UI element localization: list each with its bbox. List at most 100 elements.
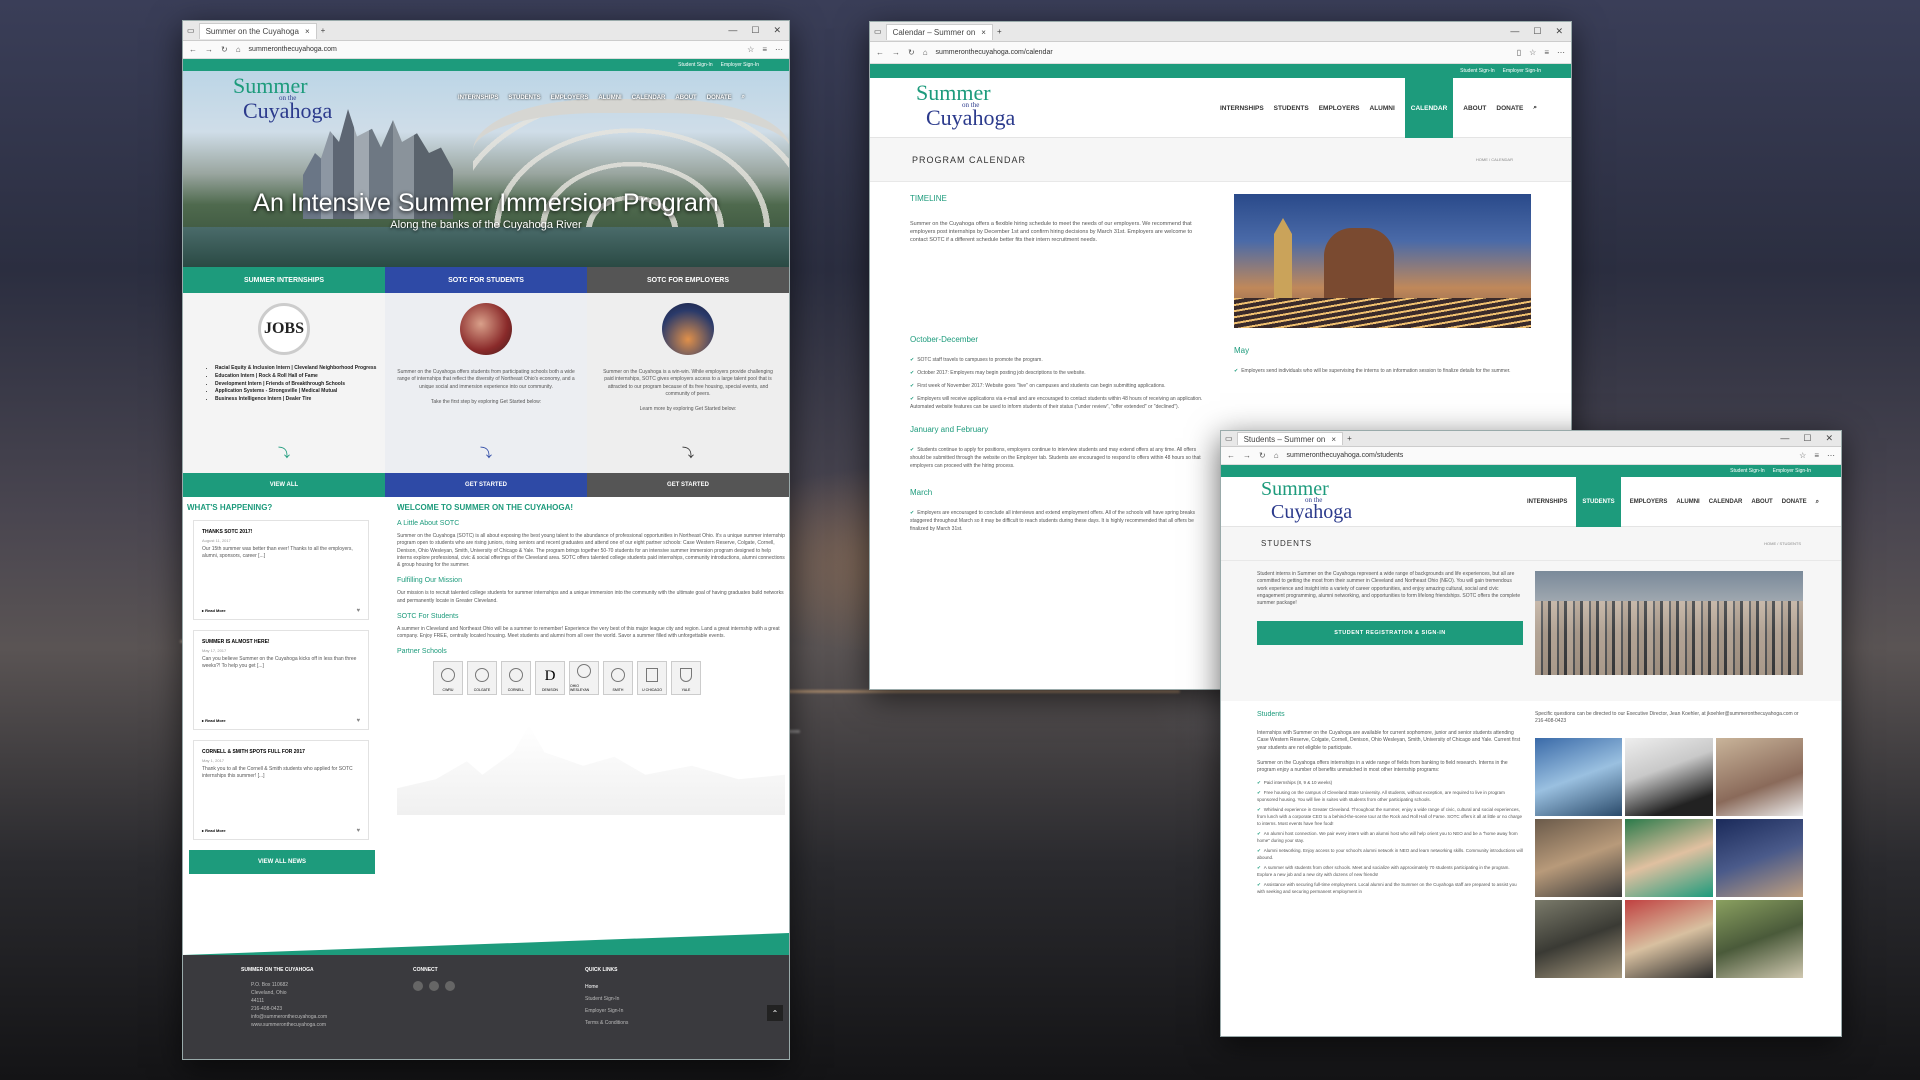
breadcrumb[interactable]: HOME / STUDENTS bbox=[1764, 541, 1801, 546]
tab-list-icon[interactable]: ▭ bbox=[1225, 434, 1233, 443]
tab-list-icon[interactable]: ▭ bbox=[187, 26, 195, 35]
read-more-link[interactable]: ▸ Read More bbox=[202, 608, 226, 613]
nav-donate[interactable]: DONATE bbox=[707, 95, 732, 101]
student-sign-in-link[interactable]: Student Sign-In bbox=[678, 62, 712, 68]
minimize-icon[interactable]: — bbox=[1780, 433, 1789, 444]
reading-view-icon[interactable]: ▯ bbox=[1517, 48, 1521, 57]
footer-website[interactable]: www.summeronthecuyahoga.com bbox=[251, 1021, 413, 1029]
site-logo[interactable]: Summer on the Cuyahoga bbox=[1261, 479, 1352, 522]
search-icon[interactable]: ⌕ bbox=[1816, 499, 1819, 506]
tab-calendar[interactable]: Calendar – Summer on × bbox=[885, 23, 993, 40]
nav-alumni[interactable]: ALUMNI bbox=[598, 95, 621, 101]
favorite-star-icon[interactable]: ☆ bbox=[1529, 48, 1536, 57]
home-icon[interactable]: ⌂ bbox=[1274, 451, 1279, 460]
nav-students[interactable]: STUDENTS bbox=[508, 95, 540, 101]
tab-home[interactable]: Summer on the Cuyahoga × bbox=[198, 22, 317, 39]
more-icon[interactable]: ⋯ bbox=[1557, 48, 1565, 57]
partner-logo-denison[interactable]: D DENISON bbox=[535, 661, 565, 696]
nav-students[interactable]: STUDENTS bbox=[1576, 477, 1621, 527]
get-started-employers-button[interactable]: GET STARTED bbox=[587, 473, 789, 497]
partner-logo-ohio-wesleyan[interactable]: OHIO WESLEYAN bbox=[569, 661, 599, 696]
students-heading[interactable]: SOTC FOR STUDENTS bbox=[385, 267, 587, 293]
forward-icon[interactable]: → bbox=[892, 48, 900, 57]
internship-item[interactable]: Application Systems - Strongsville | Med… bbox=[215, 388, 385, 396]
partner-logo-yale[interactable]: YALE bbox=[671, 661, 701, 696]
nav-donate[interactable]: DONATE bbox=[1496, 105, 1523, 112]
maximize-icon[interactable]: ☐ bbox=[1533, 26, 1541, 37]
menu-icon[interactable]: ≡ bbox=[1544, 48, 1549, 57]
more-icon[interactable]: ⋯ bbox=[1827, 451, 1835, 460]
close-icon[interactable]: × bbox=[305, 27, 310, 36]
internship-item[interactable]: Development Intern | Friends of Breakthr… bbox=[215, 381, 385, 389]
nav-alumni[interactable]: ALUMNI bbox=[1370, 105, 1395, 112]
home-icon[interactable]: ⌂ bbox=[236, 45, 241, 54]
close-icon[interactable]: × bbox=[1331, 435, 1336, 444]
read-more-link[interactable]: ▸ Read More bbox=[202, 828, 226, 833]
student-sign-in-link[interactable]: Student Sign-In bbox=[1460, 68, 1494, 74]
partner-logo-cwru[interactable]: CWRU bbox=[433, 661, 463, 696]
refresh-icon[interactable]: ↻ bbox=[908, 48, 915, 57]
view-all-news-button[interactable]: VIEW ALL NEWS bbox=[189, 850, 375, 874]
view-all-button[interactable]: VIEW ALL bbox=[183, 473, 385, 497]
news-card[interactable]: SUMMER IS ALMOST HERE! May 17, 2017 Can … bbox=[193, 630, 369, 730]
nav-internships[interactable]: INTERNSHIPS bbox=[458, 95, 498, 101]
footer-link-student-sign-in[interactable]: Student Sign-In bbox=[585, 993, 628, 1005]
partner-logo-uchicago[interactable]: U CHICAGO bbox=[637, 661, 667, 696]
url-field[interactable]: summeronthecuyahoga.com bbox=[249, 46, 740, 53]
minimize-icon[interactable]: — bbox=[1510, 26, 1519, 37]
refresh-icon[interactable]: ↻ bbox=[221, 45, 228, 54]
footer-email[interactable]: info@summeronthecuyahoga.com bbox=[251, 1013, 413, 1021]
back-icon[interactable]: ← bbox=[876, 48, 884, 57]
forward-icon[interactable]: → bbox=[205, 45, 213, 54]
employer-sign-in-link[interactable]: Employer Sign-In bbox=[1773, 468, 1811, 474]
nav-calendar[interactable]: CALENDAR bbox=[1709, 499, 1743, 505]
search-icon[interactable]: ⌕ bbox=[742, 94, 745, 101]
nav-about[interactable]: ABOUT bbox=[1463, 105, 1486, 112]
student-sign-in-link[interactable]: Student Sign-In bbox=[1730, 468, 1764, 474]
student-registration-button[interactable]: STUDENT REGISTRATION & SIGN-IN bbox=[1257, 621, 1523, 646]
employer-sign-in-link[interactable]: Employer Sign-In bbox=[1503, 68, 1541, 74]
search-icon[interactable]: ⌕ bbox=[1533, 104, 1537, 112]
close-window-icon[interactable]: ✕ bbox=[773, 25, 781, 36]
news-card[interactable]: CORNELL & SMITH SPOTS FULL FOR 2017 May … bbox=[193, 740, 369, 840]
nav-about[interactable]: ABOUT bbox=[1751, 499, 1772, 505]
facebook-icon[interactable] bbox=[413, 981, 423, 991]
favorite-star-icon[interactable]: ☆ bbox=[747, 45, 754, 54]
internship-item[interactable]: Education Intern | Rock & Roll Hall of F… bbox=[215, 373, 385, 381]
more-icon[interactable]: ⋯ bbox=[775, 45, 783, 54]
menu-icon[interactable]: ≡ bbox=[1814, 451, 1819, 460]
new-tab-icon[interactable]: + bbox=[1347, 434, 1352, 443]
back-icon[interactable]: ← bbox=[1227, 451, 1235, 460]
scroll-top-button[interactable]: ⌃ bbox=[767, 1005, 783, 1021]
tab-list-icon[interactable]: ▭ bbox=[874, 27, 882, 36]
home-icon[interactable]: ⌂ bbox=[923, 48, 928, 57]
read-more-link[interactable]: ▸ Read More bbox=[202, 718, 226, 723]
partner-logo-colgate[interactable]: COLGATE bbox=[467, 661, 497, 696]
new-tab-icon[interactable]: + bbox=[321, 26, 326, 35]
nav-donate[interactable]: DONATE bbox=[1782, 499, 1807, 505]
get-started-students-button[interactable]: GET STARTED bbox=[385, 473, 587, 497]
back-icon[interactable]: ← bbox=[189, 45, 197, 54]
forward-icon[interactable]: → bbox=[1243, 451, 1251, 460]
nav-students[interactable]: STUDENTS bbox=[1274, 105, 1309, 112]
minimize-icon[interactable]: — bbox=[728, 25, 737, 36]
news-card[interactable]: THANKS SOTC 2017! August 11, 2017 Our 15… bbox=[193, 520, 369, 620]
linkedin-icon[interactable] bbox=[445, 981, 455, 991]
internship-item[interactable]: Business Intelligence Intern | Dealer Ti… bbox=[215, 396, 385, 404]
footer-link-terms[interactable]: Terms & Conditions bbox=[585, 1017, 628, 1029]
heart-icon[interactable]: ♥ bbox=[356, 828, 360, 834]
close-window-icon[interactable]: ✕ bbox=[1555, 26, 1563, 37]
internships-heading[interactable]: SUMMER INTERNSHIPS bbox=[183, 267, 385, 293]
heart-icon[interactable]: ♥ bbox=[356, 718, 360, 724]
nav-internships[interactable]: INTERNSHIPS bbox=[1220, 105, 1264, 112]
url-field[interactable]: summeronthecuyahoga.com/calendar bbox=[936, 49, 1509, 56]
nav-employers[interactable]: EMPLOYERS bbox=[1319, 105, 1360, 112]
nav-calendar[interactable]: CALENDAR bbox=[632, 95, 666, 101]
nav-employers[interactable]: EMPLOYERS bbox=[1630, 499, 1668, 505]
tab-students[interactable]: Students – Summer on × bbox=[1236, 432, 1344, 445]
employers-heading[interactable]: SOTC FOR EMPLOYERS bbox=[587, 267, 789, 293]
internship-item[interactable]: Racial Equity & Inclusion Intern | Cleve… bbox=[215, 365, 385, 373]
nav-employers[interactable]: EMPLOYERS bbox=[551, 95, 589, 101]
employer-sign-in-link[interactable]: Employer Sign-In bbox=[721, 62, 759, 68]
refresh-icon[interactable]: ↻ bbox=[1259, 451, 1266, 460]
